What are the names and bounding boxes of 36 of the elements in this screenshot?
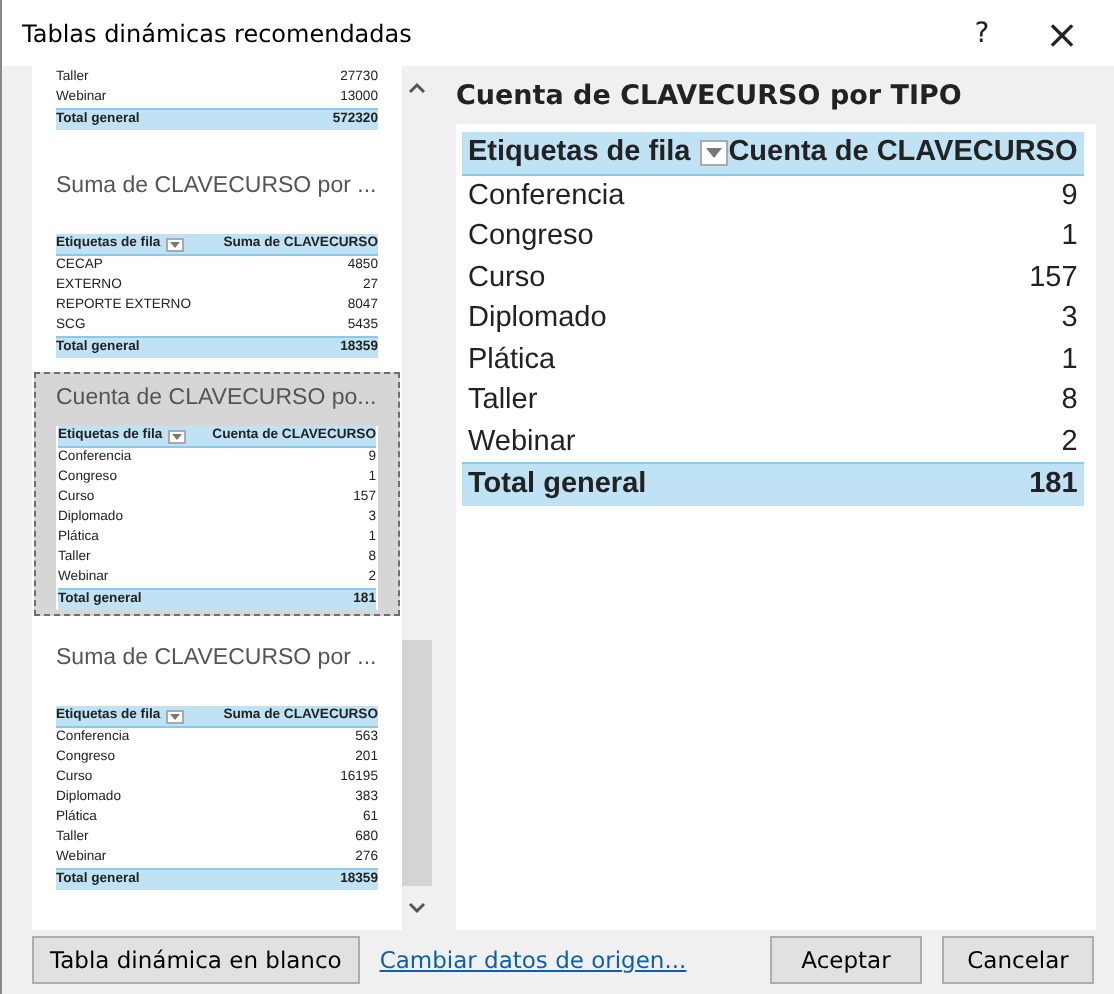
dropdown-icon <box>166 237 185 251</box>
dropdown-icon <box>168 429 187 443</box>
change-source-link[interactable]: Cambiar datos de origen... <box>379 946 687 974</box>
total-value: 181 <box>1029 468 1078 501</box>
dropdown-icon <box>166 709 185 723</box>
close-button[interactable]: × <box>1022 0 1102 66</box>
dropdown-icon <box>700 139 729 166</box>
blank-pivot-button[interactable]: Tabla dinámica en blanco <box>32 936 360 984</box>
row-label: Taller <box>468 384 538 417</box>
row-value: 3 <box>1061 302 1078 335</box>
row-value: 1 <box>1061 220 1078 253</box>
column-header: Cuenta de CLAVECURSO <box>728 136 1078 169</box>
row-label: Plática <box>468 343 556 376</box>
scroll-up-icon[interactable] <box>408 82 426 94</box>
row-value: 8 <box>1061 384 1078 417</box>
row-value: 2 <box>1061 425 1078 458</box>
total-label: Total general <box>468 468 647 501</box>
cancel-button[interactable]: Cancelar <box>942 936 1094 984</box>
row-label: Webinar <box>468 425 576 458</box>
row-value: 1 <box>1061 343 1078 376</box>
row-label: Conferencia <box>468 179 625 212</box>
row-label: Diplomado <box>468 302 607 335</box>
scrollbar-thumb[interactable] <box>402 640 432 886</box>
scroll-down-icon[interactable] <box>408 902 426 914</box>
column-header: Etiquetas de fila <box>468 136 691 169</box>
row-label: Curso <box>468 261 546 294</box>
card-title: Suma de CLAVECURSO por ... <box>56 172 378 202</box>
row-value: 9 <box>1061 179 1078 212</box>
row-value: 157 <box>1029 261 1078 294</box>
help-button[interactable]: ? <box>942 0 1022 66</box>
card-title: Cuenta de CLAVECURSO po... <box>56 384 378 414</box>
window-title: Tablas dinámicas recomendadas <box>22 19 414 47</box>
accept-button[interactable]: Aceptar <box>770 936 922 984</box>
preview-title: Cuenta de CLAVECURSO por TIPO <box>456 80 964 112</box>
row-label: Congreso <box>468 220 594 253</box>
card-title: Suma de CLAVECURSO por ... <box>56 644 378 674</box>
